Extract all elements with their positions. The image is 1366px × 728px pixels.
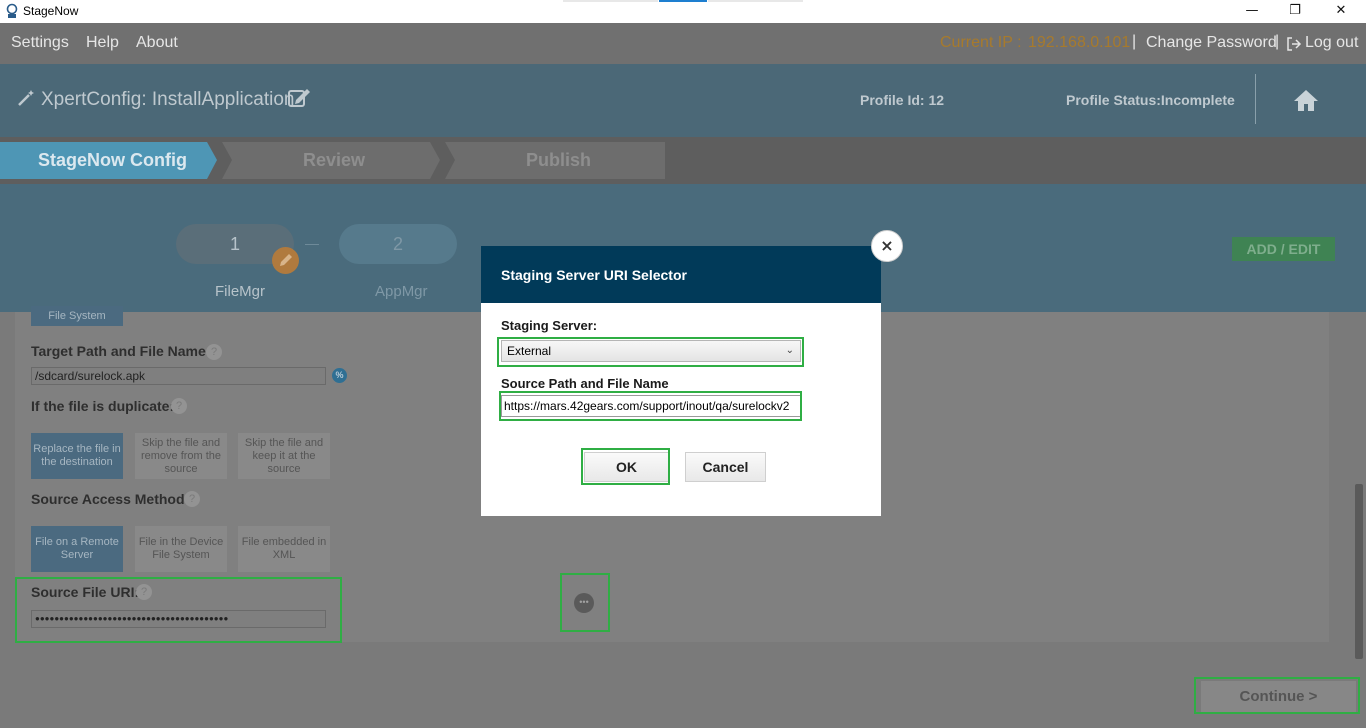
add-edit-button[interactable]: ADD / EDIT <box>1232 237 1335 261</box>
logout-icon[interactable] <box>1286 36 1302 52</box>
current-ip-value: 192.168.0.101 <box>1028 34 1131 51</box>
highlight-staging-server <box>497 337 804 367</box>
tab-review[interactable]: Review <box>303 150 365 171</box>
embedded-xml-option[interactable]: File embedded in XML <box>238 526 330 572</box>
titlebar-strip-accent <box>659 0 707 2</box>
target-path-label: Target Path and File Name: <box>31 343 211 359</box>
change-password-link[interactable]: Change Password <box>1146 34 1277 52</box>
profile-title: XpertConfig: InstallApplication <box>41 89 295 110</box>
menu-separator: | <box>1275 33 1280 50</box>
highlight-ok <box>581 448 670 485</box>
help-icon[interactable]: ? <box>171 398 187 414</box>
staging-server-label: Staging Server: <box>501 318 598 333</box>
tab-publish[interactable]: Publish <box>526 150 591 171</box>
step-2-name: AppMgr <box>375 283 428 300</box>
replace-file-option[interactable]: Replace the file in the destination <box>31 433 123 479</box>
help-icon[interactable]: ? <box>206 344 222 360</box>
dialog-header: Staging Server URI Selector <box>481 246 881 303</box>
step-2-pill[interactable]: 2 <box>339 224 457 264</box>
dialog-title: Staging Server URI Selector <box>501 267 687 283</box>
source-path-label: Source Path and File Name <box>501 376 669 391</box>
window-titlebar: StageNow — ❐ ✕ <box>0 0 1366 23</box>
maximize-button[interactable]: ❐ <box>1272 0 1318 23</box>
profile-status: Profile Status:Incomplete <box>1066 92 1235 108</box>
menu-separator: | <box>1132 33 1137 50</box>
help-icon[interactable]: ? <box>184 491 200 507</box>
highlight-more-options <box>560 573 610 632</box>
wizard-tabs: StageNow Config Review Publish <box>0 137 1366 184</box>
target-path-input[interactable]: /sdcard/surelock.apk <box>31 367 326 385</box>
pencil-icon <box>272 247 299 274</box>
highlight-source-uri <box>15 577 342 643</box>
skip-keep-option[interactable]: Skip the file and keep it at the source <box>238 433 330 479</box>
staging-server-dialog: Staging Server URI Selector Staging Serv… <box>481 246 881 516</box>
menu-bar: Settings Help About Current IP : 192.168… <box>0 23 1366 64</box>
menu-about[interactable]: About <box>136 34 178 52</box>
percent-variable-icon[interactable]: % <box>332 368 347 383</box>
header-divider <box>1255 74 1256 124</box>
step-connector <box>305 244 319 245</box>
current-ip-label: Current IP : <box>940 34 1022 51</box>
edit-title-icon[interactable] <box>287 87 311 109</box>
titlebar-strip <box>563 0 658 2</box>
highlight-continue <box>1194 677 1360 714</box>
remote-server-option[interactable]: File on a Remote Server <box>31 526 123 572</box>
home-icon[interactable] <box>1293 88 1319 112</box>
device-file-system-option[interactable]: File in the Device File System <box>135 526 227 572</box>
menu-settings[interactable]: Settings <box>11 34 69 52</box>
profile-id: Profile Id: 12 <box>860 92 945 108</box>
profile-header: XpertConfig: InstallApplication Profile … <box>0 64 1366 137</box>
file-system-option-button[interactable]: File System <box>31 306 123 326</box>
duplicate-label: If the file is duplicate: <box>31 398 175 414</box>
highlight-source-path <box>499 391 802 421</box>
window-title: StageNow <box>23 4 79 18</box>
access-method-label: Source Access Method: <box>31 491 190 507</box>
titlebar-strip <box>708 0 803 2</box>
stagenow-app-icon <box>6 3 18 18</box>
skip-remove-option[interactable]: Skip the file and remove from the source <box>135 433 227 479</box>
dialog-close-icon[interactable]: × <box>871 230 903 262</box>
magic-wand-icon <box>18 90 34 106</box>
step-1-name: FileMgr <box>215 283 266 300</box>
tab-stagenow-config[interactable]: StageNow Config <box>38 150 187 171</box>
menu-help[interactable]: Help <box>86 34 119 52</box>
minimize-button[interactable]: — <box>1229 0 1275 23</box>
cancel-button[interactable]: Cancel <box>685 452 766 482</box>
logout-link[interactable]: Log out <box>1305 34 1358 52</box>
scrollbar-thumb[interactable] <box>1355 484 1363 659</box>
close-window-button[interactable]: ✕ <box>1318 0 1364 23</box>
